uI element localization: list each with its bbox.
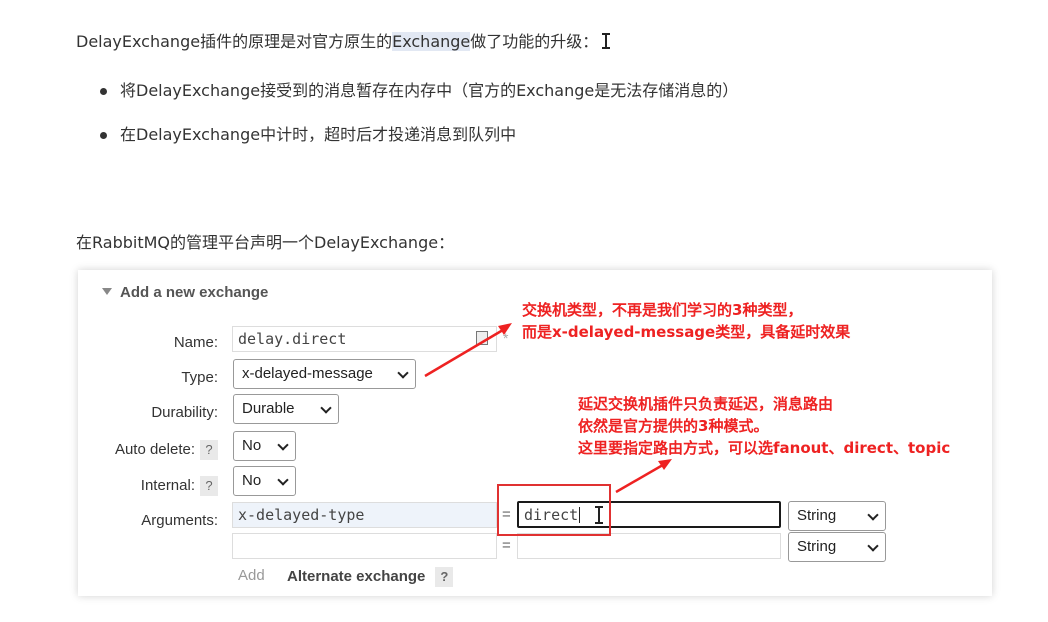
panel-header[interactable]: Add a new exchange	[102, 284, 268, 301]
intro-text-highlight: Exchange	[392, 32, 471, 51]
name-label: Name:	[173, 334, 218, 351]
autofill-key-icon[interactable]	[476, 331, 488, 345]
chevron-down-icon	[320, 402, 332, 414]
argument-type-select-2[interactable]: String	[788, 532, 886, 562]
auto-delete-label: Auto delete:?	[88, 440, 218, 460]
intro-paragraph: DelayExchange插件的原理是对官方原生的Exchange做了功能的升级…	[76, 28, 611, 52]
add-argument-link[interactable]: Add	[238, 567, 265, 584]
alternate-exchange-text: Alternate exchange	[287, 568, 426, 585]
name-input[interactable]: delay.direct	[232, 326, 497, 352]
internal-label: Internal:?	[88, 476, 218, 496]
intro-text-before: DelayExchange插件的原理是对官方原生的	[76, 32, 393, 51]
section-heading: 在RabbitMQ的管理平台声明一个DelayExchange：	[76, 233, 455, 252]
auto-delete-select[interactable]: No	[233, 431, 296, 461]
alternate-exchange-label: Alternate exchange?	[287, 567, 454, 587]
argument-key-input-empty[interactable]	[232, 533, 497, 559]
type-annotation: 交换机类型，不再是我们学习的3种类型， 而是x-delayed-message类…	[522, 299, 850, 343]
argument-type-value-2: String	[797, 538, 837, 555]
routing-annotation-line: 依然是官方提供的3种模式。	[578, 417, 769, 435]
help-icon[interactable]: ?	[200, 440, 218, 460]
direct-highlight-box	[497, 484, 611, 536]
argument-value-input-empty[interactable]	[517, 533, 781, 559]
type-annotation-line: 交换机类型，不再是我们学习的3种类型，	[522, 301, 803, 319]
collapse-triangle-icon[interactable]	[102, 288, 112, 295]
durability-label: Durability:	[151, 404, 218, 421]
text-cursor-icon	[602, 33, 611, 49]
routing-annotation: 延迟交换机插件只负责延迟，消息路由 依然是官方提供的3种模式。 这里要指定路由方…	[578, 393, 950, 459]
intro-text-after: 做了功能的升级：	[470, 32, 599, 51]
type-select[interactable]: x-delayed-message	[233, 359, 416, 389]
panel-title: Add a new exchange	[120, 284, 269, 301]
type-annotation-line: 而是x-delayed-message类型，具备延时效果	[522, 323, 851, 341]
type-label: Type:	[181, 369, 218, 386]
internal-select[interactable]: No	[233, 466, 296, 496]
argument-type-select[interactable]: String	[788, 501, 886, 531]
auto-delete-select-value: No	[242, 437, 262, 454]
type-select-value: x-delayed-message	[242, 365, 373, 382]
durability-select-value: Durable	[242, 400, 295, 417]
argument-key-input[interactable]: x-delayed-type	[232, 502, 497, 528]
routing-annotation-line: 延迟交换机插件只负责延迟，消息路由	[578, 395, 834, 413]
help-icon[interactable]: ?	[200, 476, 218, 496]
chevron-down-icon	[277, 474, 289, 486]
chevron-down-icon	[277, 439, 289, 451]
name-input-value: delay.direct	[238, 330, 347, 348]
help-icon[interactable]: ?	[435, 567, 454, 587]
bullet-item: 将DelayExchange接受到的消息暂存在内存中（官方的Exchange是无…	[100, 80, 738, 102]
arguments-label: Arguments:	[141, 512, 218, 529]
required-asterisk: *	[503, 330, 509, 346]
auto-delete-label-text: Auto delete:	[114, 441, 195, 458]
argument-type-value: String	[797, 507, 837, 524]
chevron-down-icon	[397, 367, 409, 379]
argument-equals: =	[502, 537, 511, 554]
bullet-item: 在DelayExchange中计时，超时后才投递消息到队列中	[100, 124, 738, 146]
routing-annotation-line: 这里要指定路由方式，可以选fanout、direct、topic	[578, 439, 951, 457]
bullet-list: 将DelayExchange接受到的消息暂存在内存中（官方的Exchange是无…	[100, 80, 738, 168]
durability-select[interactable]: Durable	[233, 394, 339, 424]
chevron-down-icon	[867, 509, 879, 521]
internal-select-value: No	[242, 472, 262, 489]
internal-label-text: Internal:	[140, 477, 195, 494]
chevron-down-icon	[867, 540, 879, 552]
